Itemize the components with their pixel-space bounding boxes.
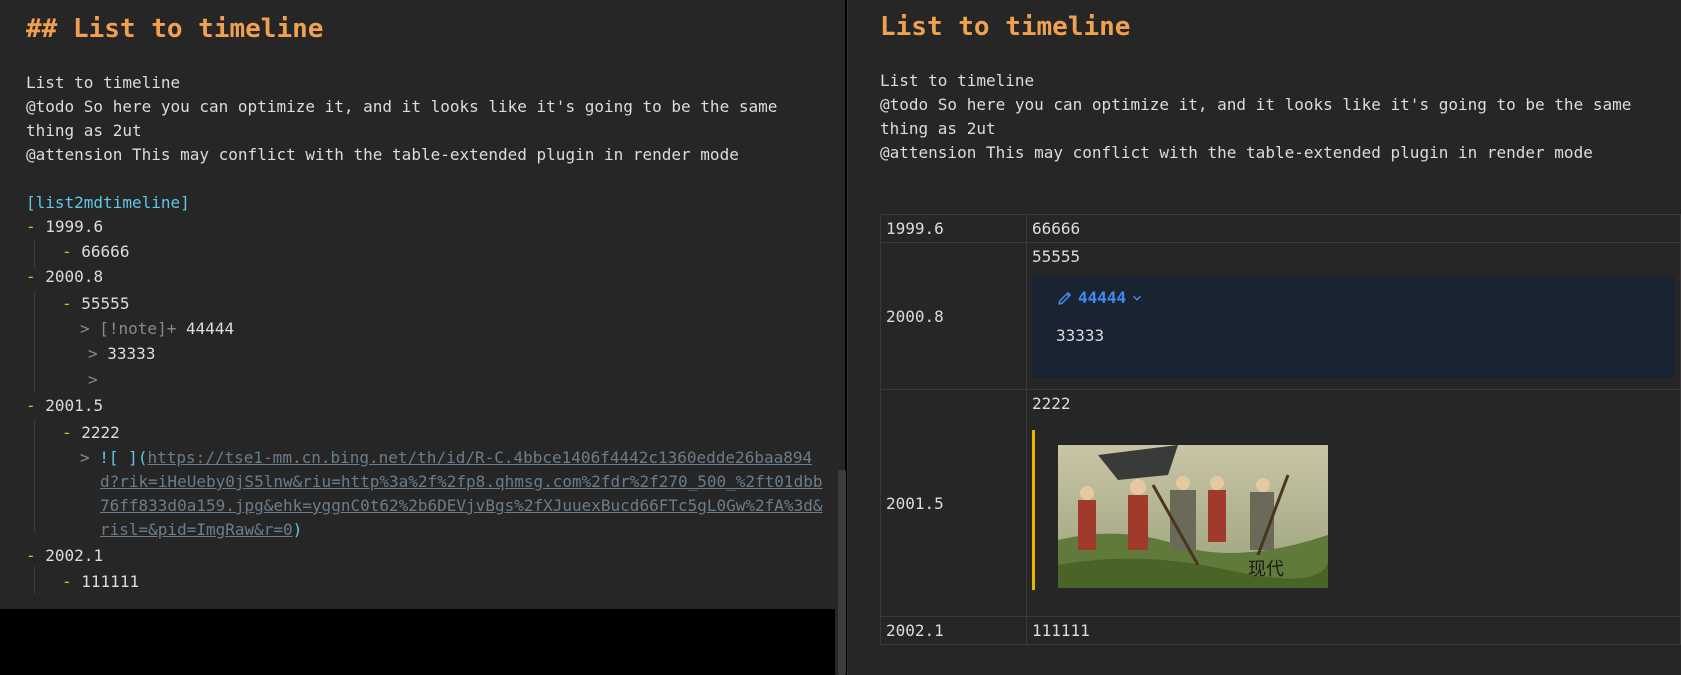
image-url-end: risl=&pid=ImgRaw&r=0) [100,518,302,542]
timeline-item-text: 55555 [1032,247,1081,266]
quote-marker: > [80,448,90,467]
list-item-date: 2002.1 [45,546,104,565]
image-url-link[interactable]: https://tse1-mm.cn.bing.net/th/id/R-C.4b… [147,448,812,467]
empty-quote-line: > [88,370,98,389]
editor-intro-line: thing as 2ut [26,121,142,140]
list-bullet: - [62,423,72,442]
timeline-content-cell: 111111 [1026,616,1681,645]
indent-guide [34,566,35,594]
callout-header[interactable]: 44444 [1056,288,1144,307]
preview-intro-line: @todo So here you can optimize it, and i… [880,95,1632,114]
list-bullet: - [62,572,72,591]
indent-guide [34,292,35,392]
image-source-line: > ![ ](https://tse1-mm.cn.bing.net/th/id… [80,446,812,470]
list-item-text: 111111 [81,572,140,591]
embedded-painting-image[interactable]: 现代 [1058,445,1328,588]
rendered-preview-pane[interactable]: List to timeline List to timeline @todo … [848,0,1681,675]
quote-marker: > [88,344,98,363]
timeline-code-tag: [list2mdtimeline] [26,193,190,212]
timeline-content-cell: 66666 [1026,214,1681,243]
list-item: - 111111 [62,570,139,594]
list-item: - 2002.1 [26,544,103,568]
list-item-date: 2001.5 [45,396,104,415]
list-item-date: 2000.8 [45,267,104,286]
timeline-table: 1999.6 66666 2000.8 55555 44444 33333 20… [880,214,1681,645]
timeline-item-text: 2222 [1032,394,1071,413]
image-url-link[interactable]: d?rik=iHeUeby0jS5lnw&riu=http%3a%2f%2fp8… [100,470,822,494]
note-callout[interactable]: 44444 33333 [1032,276,1675,378]
editor-scrollbar-thumb[interactable] [838,470,846,675]
image-url-link[interactable]: risl=&pid=ImgRaw&r=0 [100,520,293,539]
editor-intro-line: List to timeline [26,73,181,92]
editor-heading: ## List to timeline [26,14,324,44]
list-item: - 2222 [62,421,120,445]
list-item-text: 55555 [81,294,130,313]
callout-source-line: > [!note]+ 44444 [80,317,234,341]
callout-body: 33333 [1056,326,1105,345]
list-bullet: - [26,217,36,236]
chevron-down-icon[interactable] [1130,291,1144,305]
list-bullet: - [62,294,72,313]
preview-heading: List to timeline [880,12,1131,42]
painting-artwork: 现代 [1058,445,1328,588]
timeline-date-cell: 2002.1 [880,616,1027,645]
list-bullet: - [62,242,72,261]
svg-text:现代: 现代 [1248,559,1284,580]
list-item: - 2001.5 [26,394,103,418]
timeline-row: 1999.6 66666 [880,214,1681,243]
callout-title-text: 44444 [185,319,235,338]
list-item-text: 66666 [81,242,130,261]
timeline-row: 2000.8 55555 44444 33333 [880,242,1681,390]
timeline-content-cell: 55555 44444 33333 [1026,242,1681,390]
callout-marker: > [!note]+ [80,319,177,338]
editor-intro-line: @attension This may conflict with the ta… [26,145,739,164]
timeline-date-cell: 2001.5 [880,389,1027,617]
pencil-icon [1058,291,1071,305]
list-item: - 66666 [62,240,129,264]
list-item: - 2000.8 [26,265,103,289]
callout-title: 44444 [1078,288,1127,307]
indent-guide [34,240,35,268]
quote-text: 33333 [107,344,156,363]
timeline-row: 2002.1 111111 [880,616,1681,645]
list-item: - 1999.6 [26,215,103,239]
markdown-editor-pane[interactable]: ## List to timeline List to timeline @to… [0,0,835,609]
list-bullet: - [26,546,36,565]
indent-guide [34,420,35,532]
image-syntax-close: ) [292,520,303,539]
blockquote-bar [1032,430,1035,590]
timeline-date-cell: 2000.8 [880,242,1027,390]
list-bullet: - [26,267,36,286]
blockquote: 现代 [1032,430,1675,590]
editor-intro-line: @todo So here you can optimize it, and i… [26,97,778,116]
list-item-text: 2222 [81,423,120,442]
image-syntax-open: ![ ]( [99,448,148,467]
timeline-content-cell: 2222 现代 [1026,389,1681,617]
timeline-row: 2001.5 2222 现代 [880,389,1681,617]
list-bullet: - [26,396,36,415]
preview-intro-line: @attension This may conflict with the ta… [880,143,1593,162]
preview-intro-line: thing as 2ut [880,119,996,138]
timeline-date-cell: 1999.6 [880,214,1027,243]
list-item-date: 1999.6 [45,217,104,236]
image-url-link[interactable]: 76ff833d0a159.jpg&ehk=yggnC0t62%2b6DEVjv… [100,494,822,518]
quote-source-line: > 33333 [88,342,155,366]
preview-intro-line: List to timeline [880,71,1035,90]
list-item: - 55555 [62,292,129,316]
